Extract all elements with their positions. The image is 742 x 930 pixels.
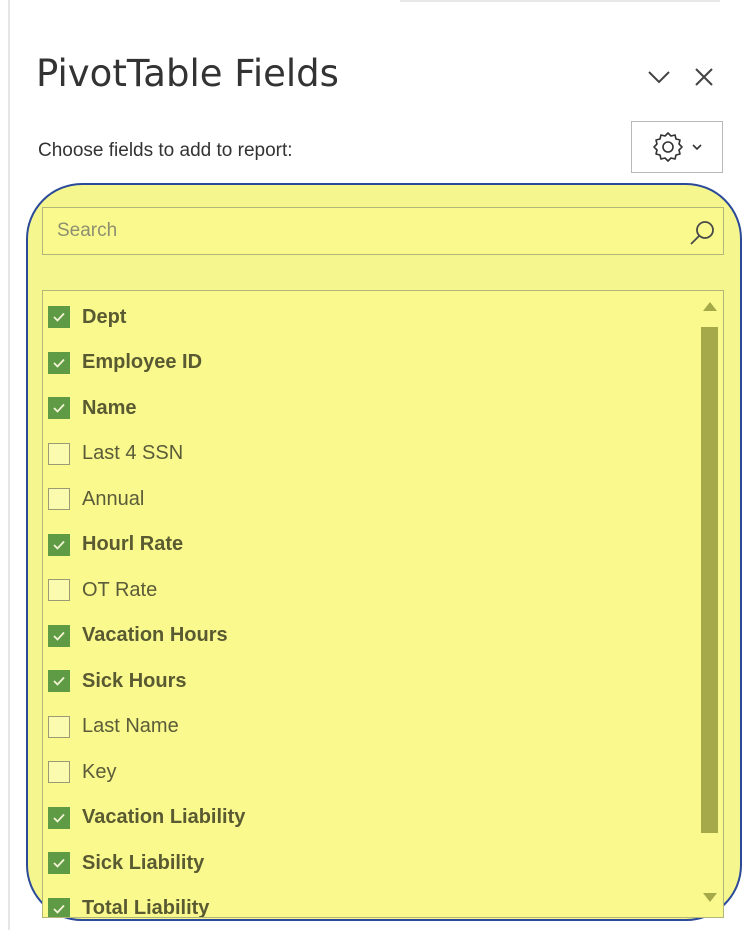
pane-title: PivotTable Fields	[36, 52, 339, 95]
checkmark-icon	[53, 312, 65, 322]
field-checkbox-checked[interactable]	[48, 306, 70, 328]
field-checkbox-checked[interactable]	[48, 351, 70, 374]
field-checkbox-checked[interactable]	[48, 852, 70, 874]
pane-left-border	[8, 0, 10, 930]
field-checkbox-checked[interactable]	[48, 624, 70, 647]
field-label: Employee ID	[82, 351, 203, 373]
checkmark-icon	[53, 358, 65, 368]
checkmark-icon	[53, 540, 65, 550]
field-list: Dept Employee ID Name Last 4 SSN Annual Hourl…	[42, 290, 724, 918]
field-label: Last Name	[82, 715, 179, 737]
field-label: Sick Liability	[82, 851, 205, 874]
scrollbar-thumb[interactable]	[701, 327, 718, 833]
field-label: Total Liability	[82, 897, 210, 918]
field-label: OT Rate	[82, 578, 158, 601]
field-item[interactable]: Last Name	[48, 707, 179, 747]
search-icon[interactable]	[687, 218, 717, 248]
checkmark-icon	[53, 858, 65, 868]
field-checkbox-checked[interactable]	[48, 670, 70, 692]
field-label: Sick Hours	[82, 669, 187, 692]
field-checkbox[interactable]	[48, 715, 70, 738]
checkmark-icon	[53, 403, 65, 413]
chevron-down-icon	[692, 144, 702, 151]
search-box[interactable]	[42, 207, 724, 255]
pane-top-border	[400, 0, 720, 2]
gear-icon	[653, 132, 683, 162]
field-item[interactable]: Annual	[48, 479, 144, 519]
field-item[interactable]: OT Rate	[48, 570, 157, 610]
field-checkbox[interactable]	[48, 488, 70, 510]
scrollbar[interactable]	[697, 291, 723, 917]
field-item[interactable]: Key	[48, 752, 116, 792]
field-label: Vacation Liability	[82, 806, 246, 828]
field-label: Dept	[82, 305, 127, 328]
field-checkbox[interactable]	[48, 442, 70, 465]
scroll-up-arrow-icon[interactable]	[700, 299, 720, 315]
checkmark-icon	[53, 631, 65, 641]
checkmark-icon	[53, 813, 65, 823]
chevron-down-icon[interactable]	[644, 62, 674, 92]
field-checkbox-checked[interactable]	[48, 806, 70, 829]
checkmark-icon	[53, 904, 65, 914]
field-label: Annual	[82, 487, 145, 510]
field-item[interactable]: Dept	[48, 297, 126, 337]
field-item[interactable]: Employee ID	[48, 343, 202, 383]
field-label: Hourl Rate	[82, 533, 184, 555]
field-label: Name	[82, 396, 137, 419]
field-checkbox[interactable]	[48, 579, 70, 601]
field-item[interactable]: Name	[48, 388, 136, 428]
tools-button[interactable]	[631, 121, 723, 173]
field-checkbox-checked[interactable]	[48, 533, 70, 556]
search-input[interactable]	[55, 219, 679, 243]
field-label: Last 4 SSN	[82, 442, 184, 464]
field-checkbox-checked[interactable]	[48, 397, 70, 419]
pivottable-fields-pane: PivotTable Fields Choose fields to add t…	[0, 0, 742, 930]
close-icon[interactable]	[689, 62, 719, 92]
field-item[interactable]: Vacation Hours	[48, 616, 228, 656]
field-item[interactable]: Total Liability	[48, 889, 210, 918]
field-item[interactable]: Vacation Liability	[48, 798, 245, 838]
field-label: Vacation Hours	[82, 624, 228, 646]
field-checkbox-checked[interactable]	[48, 897, 70, 917]
field-item[interactable]: Sick Hours	[48, 661, 186, 701]
field-item[interactable]: Hourl Rate	[48, 525, 183, 565]
field-item[interactable]: Last 4 SSN	[48, 434, 183, 474]
field-label: Key	[82, 760, 117, 783]
field-item[interactable]: Sick Liability	[48, 843, 204, 883]
scroll-down-arrow-icon[interactable]	[700, 889, 720, 905]
field-checkbox[interactable]	[48, 761, 70, 783]
pane-subtitle: Choose fields to add to report:	[38, 140, 293, 161]
checkmark-icon	[53, 676, 65, 686]
